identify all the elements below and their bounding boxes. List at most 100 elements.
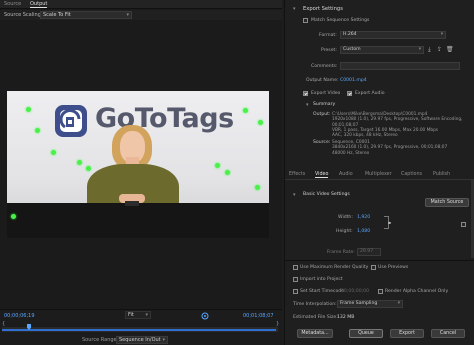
tab-audio[interactable]: Audio <box>339 172 353 177</box>
collapse-icon[interactable]: ▾ <box>306 102 309 108</box>
export-settings-title: Export Settings <box>303 6 343 12</box>
desk-object <box>125 201 139 206</box>
tab-captions[interactable]: Captions <box>401 172 422 177</box>
tracking-marker <box>86 166 91 171</box>
source-range-value: Sequence In/Out <box>119 337 161 343</box>
export-button[interactable]: Export <box>390 329 424 338</box>
source-scaling-select[interactable]: Scale To Fit ▾ <box>40 11 132 19</box>
cancel-button[interactable]: Cancel <box>431 329 465 338</box>
render-alpha-label: Render Alpha Channel Only <box>385 289 449 294</box>
queue-label: Queue <box>358 331 374 336</box>
metadata-label: Metadata... <box>301 331 329 336</box>
match-sequence-label: Match Sequence Settings <box>311 18 370 23</box>
output-name-label: Output Name: <box>306 78 339 83</box>
export-audio-label: Export Audio <box>355 91 385 96</box>
gototags-logo-icon <box>55 105 87 137</box>
metadata-button[interactable]: Metadata... <box>297 329 333 338</box>
collapse-icon[interactable]: ▾ <box>293 6 296 12</box>
max-render-checkbox[interactable] <box>293 265 298 270</box>
import-project-checkbox[interactable] <box>293 277 298 282</box>
save-preset-icon[interactable]: ⤓ <box>428 46 431 54</box>
time-interp-value: Frame Sampling <box>340 301 378 306</box>
fit-value: Fit <box>128 312 134 318</box>
source-scaling-row: Source Scaling Scale To Fit ▾ <box>0 10 282 20</box>
tracking-marker <box>255 185 260 190</box>
tab-effects[interactable]: Effects <box>289 172 305 177</box>
tab-publish[interactable]: Publish <box>433 172 450 177</box>
collapse-icon[interactable]: ▾ <box>293 192 296 198</box>
end-timecode: 00;01;08;07 <box>243 313 274 319</box>
tracking-marker <box>225 170 230 175</box>
gototags-logo-text: GoToTags <box>95 103 234 134</box>
format-value: H.264 <box>343 32 357 37</box>
file-size-value: 132 MB <box>337 315 355 320</box>
video-preview: GoToTags <box>7 91 269 238</box>
export-label: Export <box>399 331 415 336</box>
queue-button[interactable]: Queue <box>349 329 383 338</box>
settings-icon[interactable] <box>201 312 209 320</box>
current-timecode[interactable]: 00;00;06;19 <box>4 313 35 319</box>
time-interp-label: Time Interpolation: <box>293 302 337 307</box>
preset-label: Preset: <box>321 48 337 53</box>
width-value[interactable]: 1,920 <box>357 215 370 220</box>
comments-input[interactable] <box>340 62 460 70</box>
tracking-marker <box>77 160 82 165</box>
comments-label: Comments: <box>311 64 338 69</box>
import-project-label: Import into Project <box>300 277 343 282</box>
frame-rate-value: 29.97 <box>360 249 374 254</box>
source-range-select[interactable]: Sequence In/Out ▾ <box>116 336 168 344</box>
delete-preset-icon[interactable]: 🗑 <box>446 46 454 53</box>
tab-source[interactable]: Source <box>4 1 21 7</box>
tab-multiplexer[interactable]: Multiplexer <box>365 172 392 177</box>
render-alpha-checkbox[interactable] <box>378 289 383 294</box>
use-previews-checkbox[interactable] <box>371 265 376 270</box>
max-render-label: Use Maximum Render Quality <box>300 265 369 270</box>
time-interp-select[interactable]: Frame Sampling ▾ <box>337 300 403 308</box>
import-preset-icon[interactable]: ⇪ <box>437 46 442 53</box>
summary-output-label: Output: <box>313 112 331 117</box>
export-video-checkbox[interactable] <box>303 91 308 96</box>
tracking-marker <box>26 107 31 112</box>
fit-select[interactable]: Fit ▾ <box>125 311 151 319</box>
tab-video[interactable]: Video <box>315 172 329 178</box>
source-scaling-value: Scale To Fit <box>43 12 71 18</box>
link-icon[interactable]: ⚭ <box>387 220 392 227</box>
output-name-link[interactable]: C0001.mp4 <box>340 78 367 83</box>
tracking-marker <box>51 150 56 155</box>
tracking-marker <box>11 214 16 219</box>
summary-source-label: Source: <box>313 140 331 145</box>
start-timecode-label: Set Start Timecode <box>300 289 345 294</box>
chevron-down-icon: ▾ <box>418 47 421 52</box>
height-value[interactable]: 1,080 <box>357 229 370 234</box>
chevron-down-icon: ▾ <box>397 301 400 306</box>
height-label: Height: <box>336 229 353 234</box>
match-source-button[interactable]: Match Source <box>425 198 469 207</box>
width-height-checkbox[interactable] <box>461 222 466 227</box>
tracking-marker <box>258 120 263 125</box>
start-timecode-checkbox[interactable] <box>293 289 298 294</box>
summary-title: Summary <box>313 102 336 107</box>
desk <box>7 203 269 238</box>
width-label: Width: <box>338 215 353 220</box>
tab-output[interactable]: Output <box>30 1 48 8</box>
format-label: Format: <box>319 33 337 38</box>
source-scaling-label: Source Scaling <box>4 12 41 18</box>
match-source-label: Match Source <box>430 200 464 205</box>
format-select[interactable]: H.264 ▾ <box>340 31 446 39</box>
tracking-marker <box>215 163 220 168</box>
cancel-label: Cancel <box>439 331 457 336</box>
timeline-bar: 00;00;06;19 Fit ▾ 00;01;08;07 { } Source… <box>0 309 282 345</box>
preset-select[interactable]: Custom ▾ <box>340 46 424 54</box>
export-video-label: Export Video <box>311 91 341 96</box>
summary-output-text: C:\Users\Mike\Bergsma\Desktop\C0001.mp4 … <box>332 112 463 139</box>
chevron-down-icon: ▾ <box>126 12 129 18</box>
frame-rate-select[interactable]: 29.97 <box>357 248 381 256</box>
match-sequence-checkbox[interactable] <box>303 18 308 23</box>
chevron-down-icon: ▾ <box>440 32 443 37</box>
use-previews-label: Use Previews <box>378 265 409 270</box>
export-audio-checkbox[interactable] <box>347 91 352 96</box>
chevron-down-icon: ▾ <box>162 337 165 343</box>
basic-video-title: Basic Video Settings <box>303 192 350 197</box>
start-timecode-value[interactable]: 00;00;00;00 <box>341 289 369 294</box>
preset-value: Custom <box>343 47 361 52</box>
